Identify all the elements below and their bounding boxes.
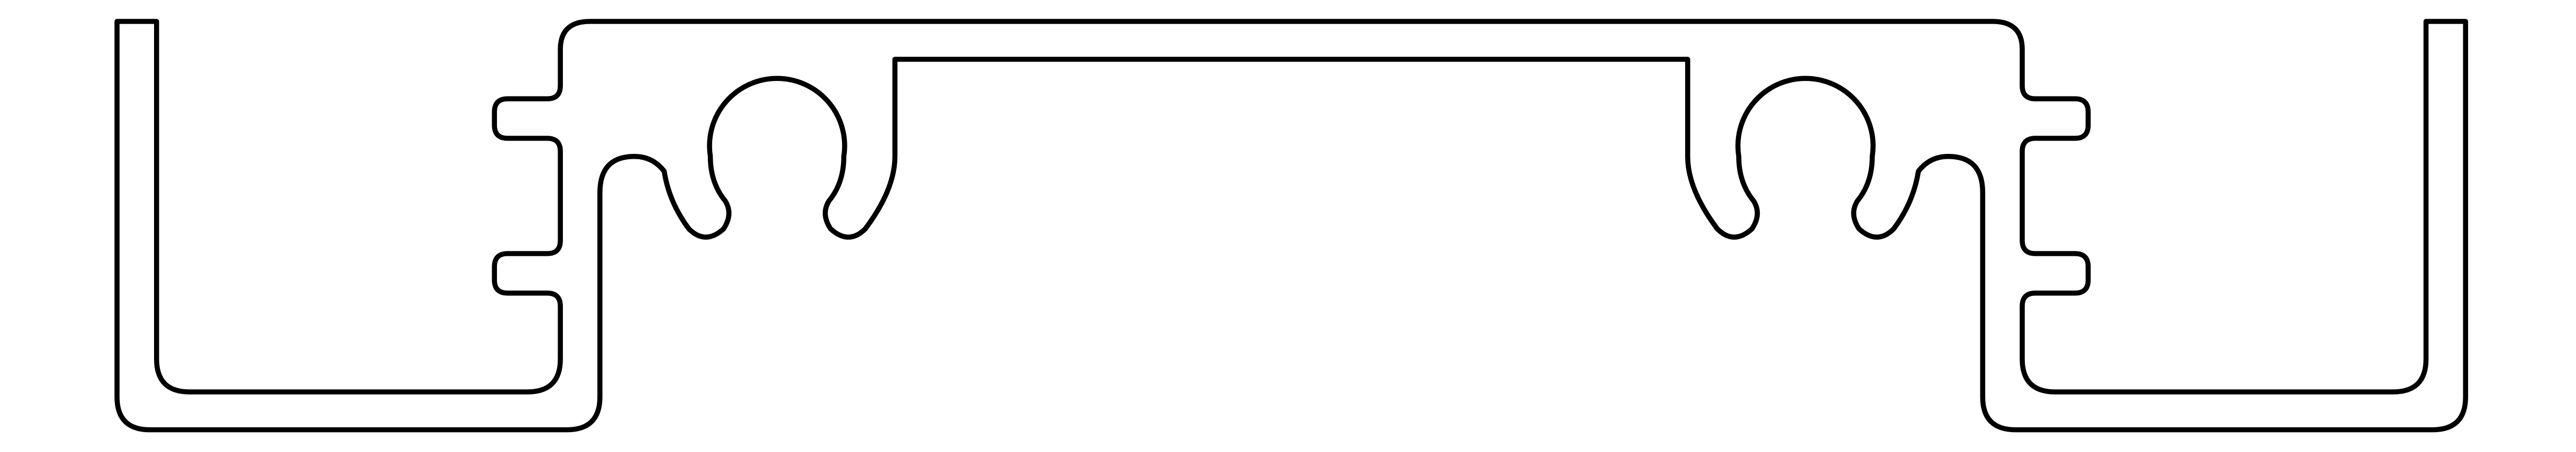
profile-drawing [114,19,2468,433]
left-outer-channel [114,19,2468,433]
profile-drawing-canvas [114,19,2468,433]
